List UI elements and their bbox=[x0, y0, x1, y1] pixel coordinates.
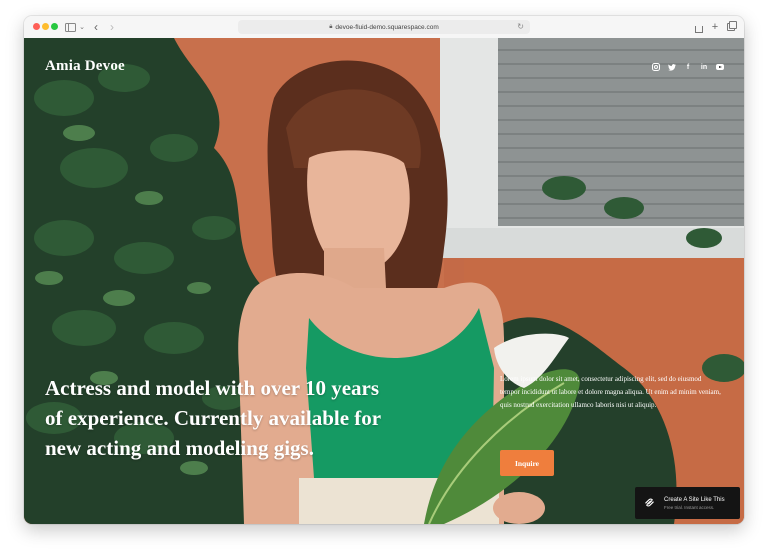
social-links: f in bbox=[652, 63, 724, 71]
new-tab-icon[interactable]: + bbox=[710, 20, 720, 34]
create-site-badge[interactable]: Create A Site Like This Free trial. Inst… bbox=[635, 487, 740, 519]
twitter-icon[interactable] bbox=[668, 63, 676, 71]
badge-title: Create A Site Like This bbox=[664, 497, 725, 503]
url-text: devoe-fluid-demo.squarespace.com bbox=[335, 23, 439, 31]
reload-icon[interactable]: ↻ bbox=[517, 22, 524, 31]
lock-icon: 🔒︎ bbox=[329, 23, 333, 30]
tab-overview-icon[interactable] bbox=[726, 20, 737, 34]
sidebar-toggle-icon[interactable] bbox=[64, 20, 76, 34]
forward-arrow-icon[interactable]: › bbox=[107, 20, 117, 34]
minimize-window-button[interactable] bbox=[42, 23, 49, 30]
hero-headline: Actress and model with over 10 years of … bbox=[45, 376, 381, 460]
instagram-icon[interactable] bbox=[652, 63, 660, 71]
share-icon[interactable] bbox=[694, 20, 704, 34]
badge-subtitle: Free trial. Instant access. bbox=[664, 505, 715, 510]
back-arrow-icon[interactable]: ‹ bbox=[91, 20, 101, 34]
chevron-down-icon[interactable]: ⌄ bbox=[78, 20, 86, 34]
linkedin-icon[interactable]: in bbox=[700, 63, 708, 71]
browser-window: ⌄ ‹ › 🔒︎ devoe-fluid-demo.squarespace.co… bbox=[24, 16, 744, 524]
browser-toolbar: ⌄ ‹ › 🔒︎ devoe-fluid-demo.squarespace.co… bbox=[24, 16, 744, 39]
facebook-icon[interactable]: f bbox=[684, 63, 692, 71]
close-window-button[interactable] bbox=[33, 23, 40, 30]
hero-section: Amia Devoe f in Actress and model with o… bbox=[24, 38, 744, 524]
address-bar[interactable]: 🔒︎ devoe-fluid-demo.squarespace.com ↻ bbox=[238, 20, 530, 34]
site-title[interactable]: Amia Devoe bbox=[45, 58, 125, 75]
zoom-window-button[interactable] bbox=[51, 23, 58, 30]
hero-body-text: Lorem ipsum dolor sit amet, consectetur … bbox=[500, 375, 721, 409]
squarespace-logo-icon bbox=[645, 498, 654, 507]
youtube-icon[interactable] bbox=[716, 64, 724, 70]
inquire-button[interactable]: Inquire bbox=[500, 450, 554, 476]
